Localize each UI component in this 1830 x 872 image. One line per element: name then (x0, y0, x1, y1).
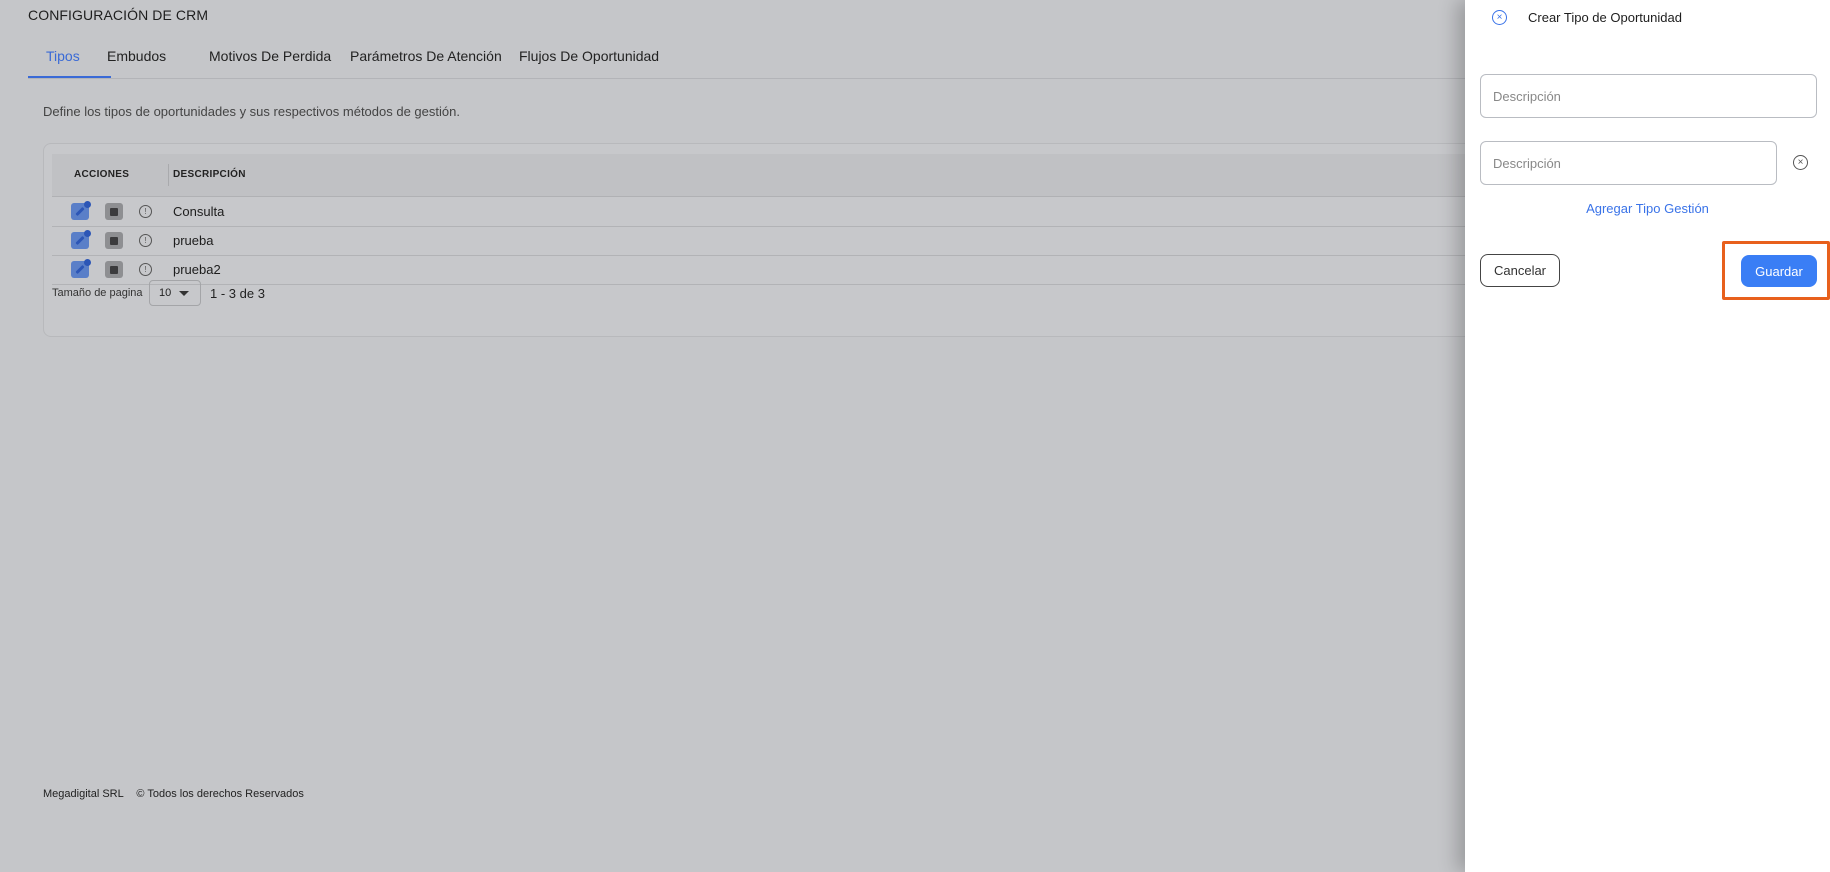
create-opportunity-type-drawer: × Crear Tipo de Oportunidad × Agregar Ti… (1465, 0, 1830, 872)
edit-badge-icon (84, 230, 91, 237)
section-description: Define los tipos de oportunidades y sus … (43, 104, 460, 119)
edit-button[interactable] (71, 259, 91, 278)
types-table-card: ACCIONES DESCRIPCIÓN ! Consulta ! prueba… (43, 143, 1475, 337)
caret-down-icon (179, 291, 189, 296)
tab-bar: Tipos Embudos Motivos De Perdida Parámet… (28, 40, 1465, 79)
page-range: 1 - 3 de 3 (210, 286, 265, 301)
trash-icon (110, 266, 118, 274)
info-icon[interactable]: ! (139, 263, 152, 276)
edit-badge-icon (84, 201, 91, 208)
trash-icon (110, 237, 118, 245)
cancel-button[interactable]: Cancelar (1480, 254, 1560, 287)
drawer-title: Crear Tipo de Oportunidad (1528, 10, 1682, 25)
active-tab-indicator (28, 76, 111, 78)
tab-embudos[interactable]: Embudos (107, 48, 166, 64)
pencil-icon (75, 264, 85, 275)
page-title: CONFIGURACIÓN DE CRM (28, 7, 209, 23)
page-size-label: Tamaño de pagina (52, 287, 143, 299)
tab-parametros-de-atencion[interactable]: Parámetros De Atención (350, 48, 502, 64)
footer: Megadigital SRL © Todos los derechos Res… (43, 788, 304, 800)
info-icon[interactable]: ! (139, 205, 152, 218)
table-header: ACCIONES DESCRIPCIÓN (52, 154, 1474, 197)
table-row: ! prueba (52, 226, 1474, 256)
pagination: Tamaño de pagina 10 1 - 3 de 3 (52, 280, 552, 306)
footer-company: Megadigital SRL (43, 788, 124, 800)
description-input[interactable] (1480, 74, 1817, 118)
info-icon[interactable]: ! (139, 234, 152, 247)
footer-rights: © Todos los derechos Reservados (136, 788, 304, 800)
row-description: prueba2 (173, 262, 221, 277)
page-size-select[interactable]: 10 (149, 280, 201, 306)
close-icon[interactable]: × (1492, 10, 1507, 25)
page-size-value: 10 (159, 287, 172, 299)
delete-button[interactable] (105, 261, 123, 278)
page-background: CONFIGURACIÓN DE CRM Tipos Embudos Motiv… (0, 0, 1475, 872)
delete-button[interactable] (105, 203, 123, 220)
pencil-icon (75, 206, 85, 217)
delete-button[interactable] (105, 232, 123, 249)
header-actions: ACCIONES (74, 169, 130, 180)
tab-flujos-de-oportunidad[interactable]: Flujos De Oportunidad (519, 48, 659, 64)
pencil-icon (75, 235, 85, 246)
tab-tipos[interactable]: Tipos (46, 48, 80, 64)
header-divider (168, 164, 169, 186)
management-type-input[interactable] (1480, 141, 1777, 185)
add-management-type-link[interactable]: Agregar Tipo Gestión (1465, 201, 1830, 216)
table-row: ! Consulta (52, 197, 1474, 227)
remove-management-type-icon[interactable]: × (1793, 155, 1808, 170)
row-description: Consulta (173, 204, 225, 219)
edit-badge-icon (84, 259, 91, 266)
row-description: prueba (173, 233, 214, 248)
tab-motivos-de-perdida[interactable]: Motivos De Perdida (209, 48, 331, 64)
edit-button[interactable] (71, 201, 91, 220)
trash-icon (110, 208, 118, 216)
edit-button[interactable] (71, 230, 91, 249)
save-button[interactable]: Guardar (1741, 255, 1817, 287)
header-description: DESCRIPCIÓN (173, 169, 246, 180)
